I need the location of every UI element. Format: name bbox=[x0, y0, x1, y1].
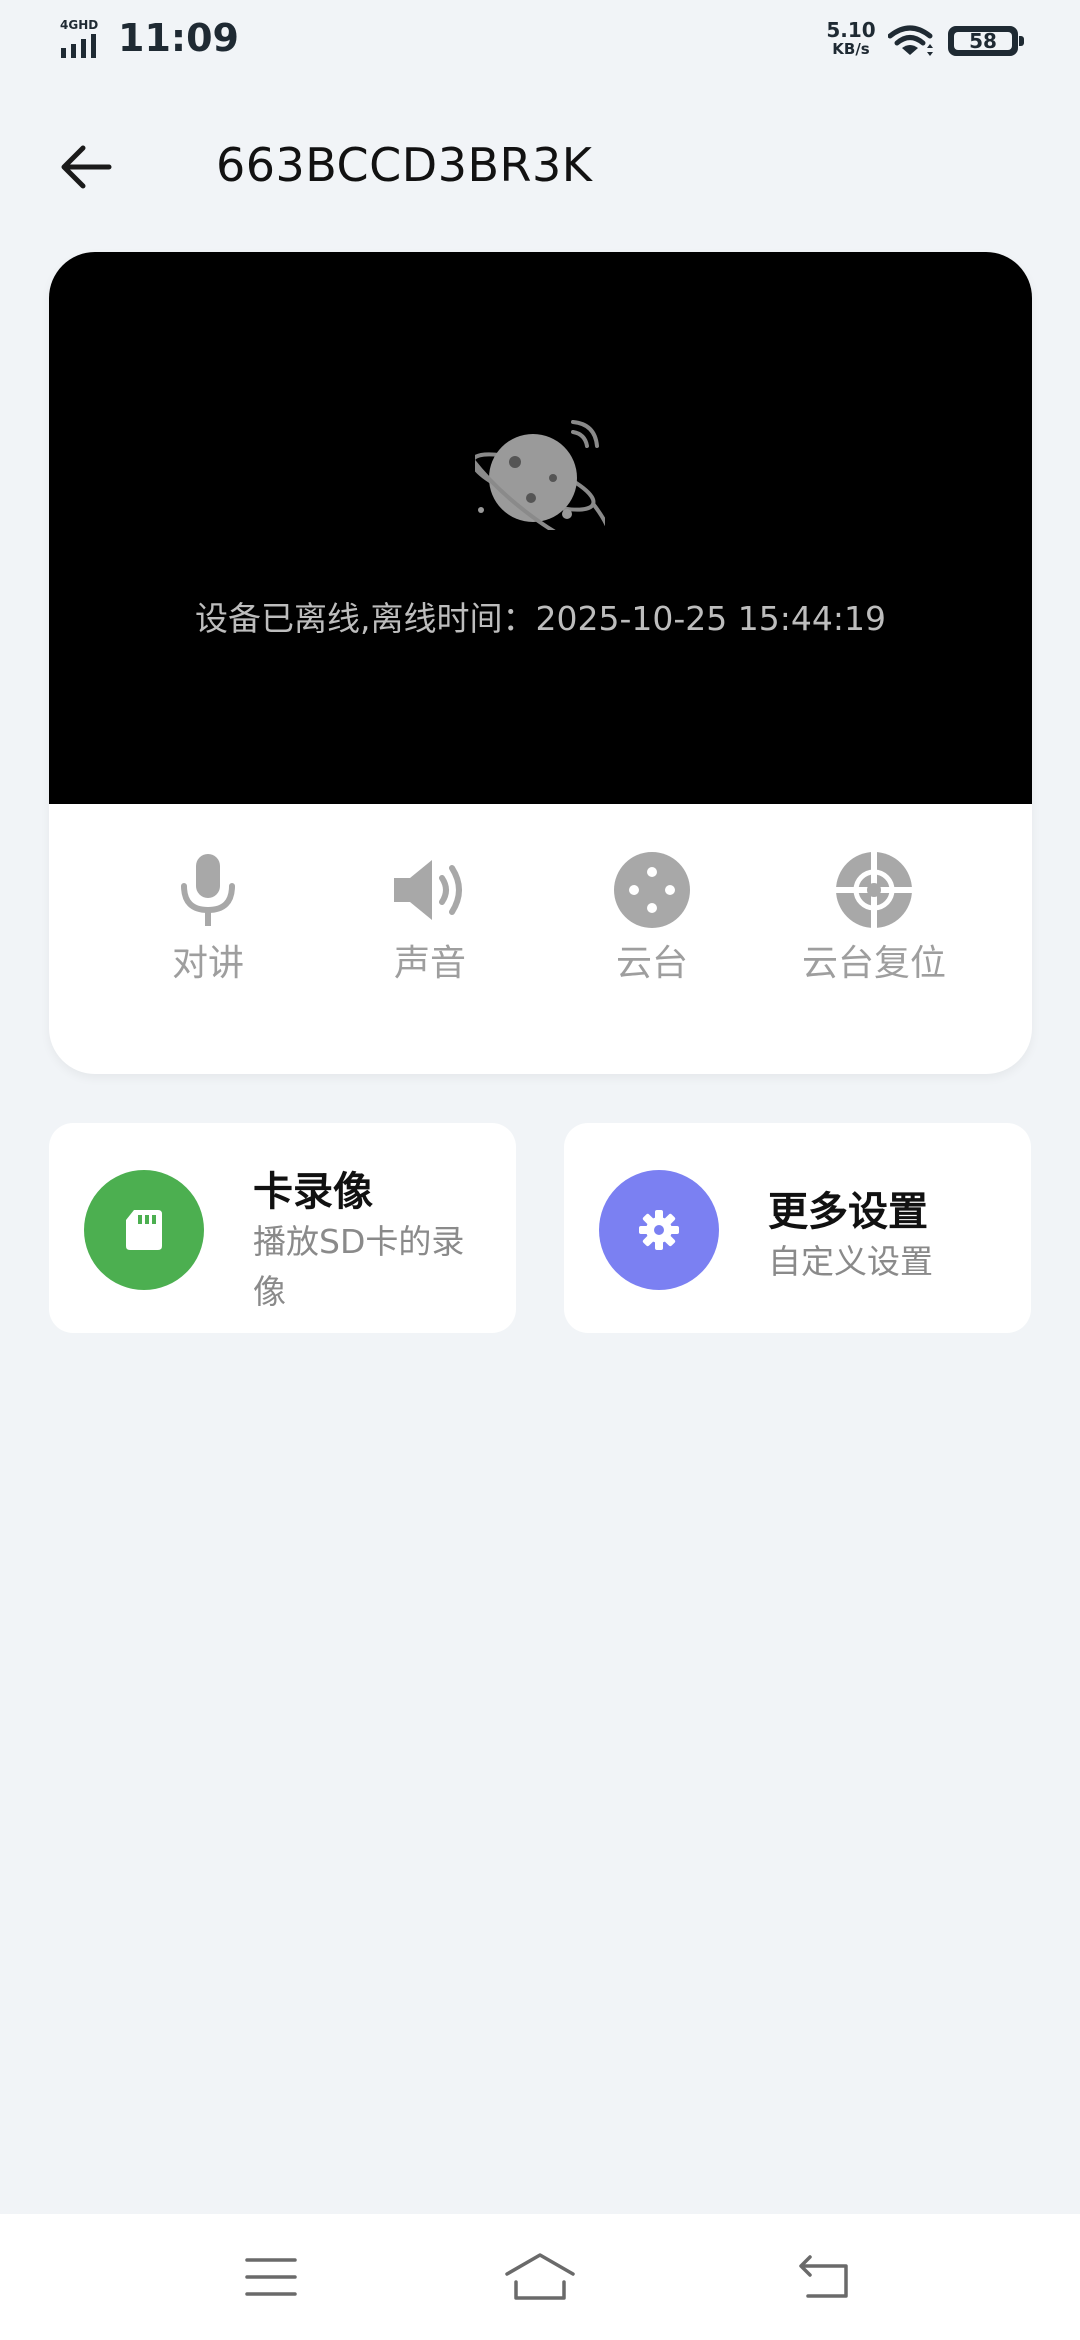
ptz-button[interactable]: 云台 bbox=[557, 850, 747, 986]
wifi-icon bbox=[888, 25, 933, 56]
battery-indicator: 58 bbox=[948, 26, 1024, 56]
more-settings-title: 更多设置 bbox=[768, 1189, 928, 1235]
sd-card-icon bbox=[126, 1210, 162, 1250]
ptz-reset-icon bbox=[836, 852, 912, 928]
ptz-joystick-icon bbox=[614, 852, 690, 928]
more-settings-button[interactable]: 更多设置 自定义设置 bbox=[564, 1123, 1031, 1333]
sound-button[interactable]: 声音 bbox=[335, 850, 525, 986]
settings-icon-circle bbox=[599, 1170, 719, 1290]
nav-home-button[interactable] bbox=[500, 2242, 580, 2312]
network-speed: 5.10 KB/s bbox=[826, 20, 876, 57]
status-bar: 4GHD 11:09 5.10 KB/s 58 bbox=[0, 0, 1080, 84]
control-bar: 对讲 声音 云台 云台复位 bbox=[49, 804, 1032, 1074]
sd-card-title: 卡录像 bbox=[253, 1169, 373, 1215]
menu-icon bbox=[245, 2258, 297, 2296]
offline-status-text: 设备已离线,离线时间：2025-10-25 15:44:19 bbox=[195, 599, 886, 638]
back-button[interactable] bbox=[50, 136, 122, 198]
back-icon bbox=[799, 2255, 848, 2298]
sound-label: 声音 bbox=[393, 943, 466, 984]
sd-card-icon-circle bbox=[84, 1170, 204, 1290]
network-speed-value: 5.10 bbox=[826, 18, 876, 42]
ptz-reset-button[interactable]: 云台复位 bbox=[779, 850, 969, 986]
nav-back-button[interactable] bbox=[784, 2242, 864, 2312]
microphone-icon bbox=[181, 854, 235, 926]
speaker-icon bbox=[394, 860, 462, 920]
more-settings-subtitle: 自定义设置 bbox=[768, 1242, 933, 1281]
nav-menu-button[interactable] bbox=[231, 2242, 311, 2312]
gear-icon bbox=[639, 1210, 679, 1250]
battery-level: 58 bbox=[969, 29, 997, 53]
arrow-left-icon bbox=[61, 145, 112, 189]
ptz-label: 云台 bbox=[615, 943, 688, 984]
sd-card-recording-button[interactable]: 卡录像 播放SD卡的录像 bbox=[49, 1123, 516, 1333]
intercom-button[interactable]: 对讲 bbox=[113, 850, 303, 986]
ptz-reset-label: 云台复位 bbox=[801, 943, 946, 984]
system-navigation-bar bbox=[0, 2214, 1080, 2340]
camera-card: 设备已离线,离线时间：2025-10-25 15:44:19 对讲 声音 云台 … bbox=[49, 252, 1032, 1074]
video-player[interactable]: 设备已离线,离线时间：2025-10-25 15:44:19 bbox=[49, 252, 1032, 804]
intercom-label: 对讲 bbox=[171, 943, 244, 984]
home-icon bbox=[505, 2253, 575, 2300]
network-type-label: 4GHD bbox=[60, 18, 98, 32]
network-speed-unit: KB/s bbox=[832, 40, 870, 58]
cellular-signal-icon: 4GHD bbox=[60, 18, 98, 58]
status-time: 11:09 bbox=[118, 16, 239, 60]
sd-card-subtitle: 播放SD卡的录像 bbox=[253, 1222, 465, 1311]
offline-planet-icon bbox=[475, 420, 605, 530]
page-title: 663BCCD3BR3K bbox=[216, 138, 593, 192]
